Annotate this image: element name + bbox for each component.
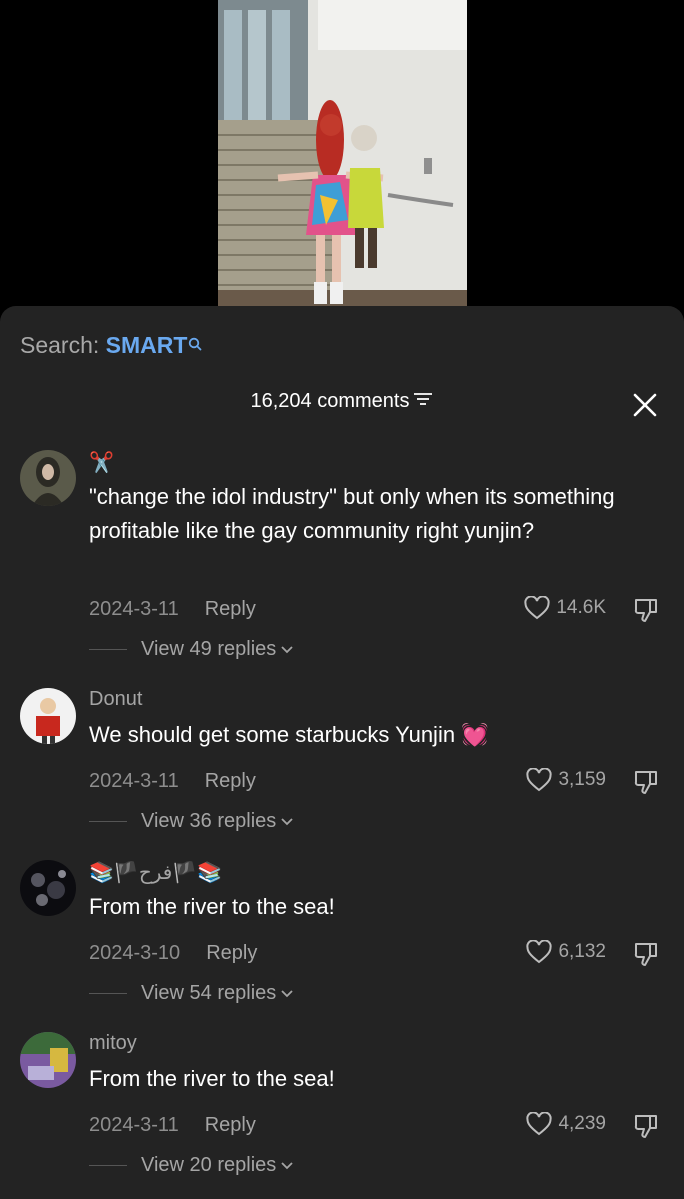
video-thumbnail[interactable] [218, 0, 467, 306]
like-button[interactable]: 14.6K [524, 596, 606, 620]
like-button[interactable]: 4,239 [526, 1112, 606, 1136]
divider-line [89, 993, 127, 994]
dislike-button[interactable] [632, 768, 660, 796]
heart-icon [526, 1112, 553, 1136]
like-count: 4,239 [558, 1113, 606, 1134]
video-player[interactable] [0, 0, 684, 312]
close-icon [633, 393, 657, 417]
heart-icon [526, 768, 553, 792]
close-button[interactable] [632, 392, 658, 418]
dislike-button[interactable] [632, 596, 660, 624]
comment-meta: 2024-3-11 Reply [89, 598, 256, 621]
comment-meta: 2024-3-11 Reply [89, 1114, 256, 1137]
view-replies-label: View 20 replies [141, 1154, 277, 1176]
like-button[interactable]: 6,132 [526, 940, 606, 964]
chevron-down-icon [281, 989, 293, 997]
reply-button[interactable]: Reply [206, 942, 257, 964]
comments-header: 16,204 comments [0, 390, 684, 413]
video-frame-illustration [218, 0, 467, 306]
comment-meta: 2024-3-11 Reply [89, 770, 256, 793]
like-button[interactable]: 3,159 [526, 768, 606, 792]
view-replies-label: View 54 replies [141, 982, 277, 1004]
chevron-down-icon [281, 645, 293, 653]
comment-text: From the river to the sea! [89, 894, 335, 919]
dislike-button[interactable] [632, 940, 660, 968]
comment-username[interactable]: mitoy [89, 1032, 137, 1055]
search-icon [188, 330, 202, 357]
like-count: 14.6K [556, 597, 606, 618]
search-term-link[interactable]: SMART [106, 332, 188, 358]
reply-button[interactable]: Reply [205, 598, 256, 620]
reply-button[interactable]: Reply [205, 770, 256, 792]
comment-meta: 2024-3-10 Reply [89, 942, 257, 965]
search-suggestion[interactable]: Search: SMART [20, 332, 202, 359]
view-replies-label: View 49 replies [141, 638, 277, 660]
thumbs-down-icon [634, 771, 657, 794]
comment-username[interactable]: Donut [89, 688, 142, 711]
chevron-down-icon [281, 1161, 293, 1169]
reply-button[interactable]: Reply [205, 1114, 256, 1136]
divider-line [89, 821, 127, 822]
search-label: Search: [20, 332, 100, 358]
divider-line [89, 1165, 127, 1166]
view-replies-button[interactable]: View 54 replies [89, 982, 294, 1005]
avatar[interactable] [20, 688, 76, 744]
dislike-button[interactable] [632, 1112, 660, 1140]
view-replies-label: View 36 replies [141, 810, 277, 832]
view-replies-button[interactable]: View 49 replies [89, 638, 294, 661]
view-replies-button[interactable]: View 36 replies [89, 810, 294, 833]
avatar[interactable] [20, 860, 76, 916]
comments-sheet: Search: SMART 16,204 comments ✂️ "change… [0, 306, 684, 1199]
thumbs-down-icon [634, 1115, 657, 1138]
comment-date: 2024-3-11 [89, 1114, 179, 1136]
comment-username[interactable]: ✂️ [89, 450, 114, 475]
comment-count: 16,204 comments [250, 390, 410, 412]
comment-text: "change the idol industry" but only when… [89, 484, 615, 543]
avatar[interactable] [20, 450, 76, 506]
comment-date: 2024-3-11 [89, 770, 179, 792]
comment-date: 2024-3-11 [89, 598, 179, 620]
filter-sort-icon[interactable] [413, 390, 433, 413]
divider-line [89, 649, 127, 650]
comment-text: From the river to the sea! [89, 1066, 335, 1091]
view-replies-button[interactable]: View 20 replies [89, 1154, 294, 1177]
avatar[interactable] [20, 1032, 76, 1088]
comment-text: We should get some starbucks Yunjin 💓 [89, 722, 489, 747]
thumbs-down-icon [634, 599, 657, 622]
like-count: 3,159 [558, 769, 606, 790]
heart-icon [526, 940, 553, 964]
chevron-down-icon [281, 817, 293, 825]
like-count: 6,132 [558, 941, 606, 962]
comment-date: 2024-3-10 [89, 942, 181, 964]
comment-username[interactable]: 📚🏴فرح🏴📚 [89, 860, 222, 885]
thumbs-down-icon [634, 943, 657, 966]
heart-icon [524, 596, 550, 620]
